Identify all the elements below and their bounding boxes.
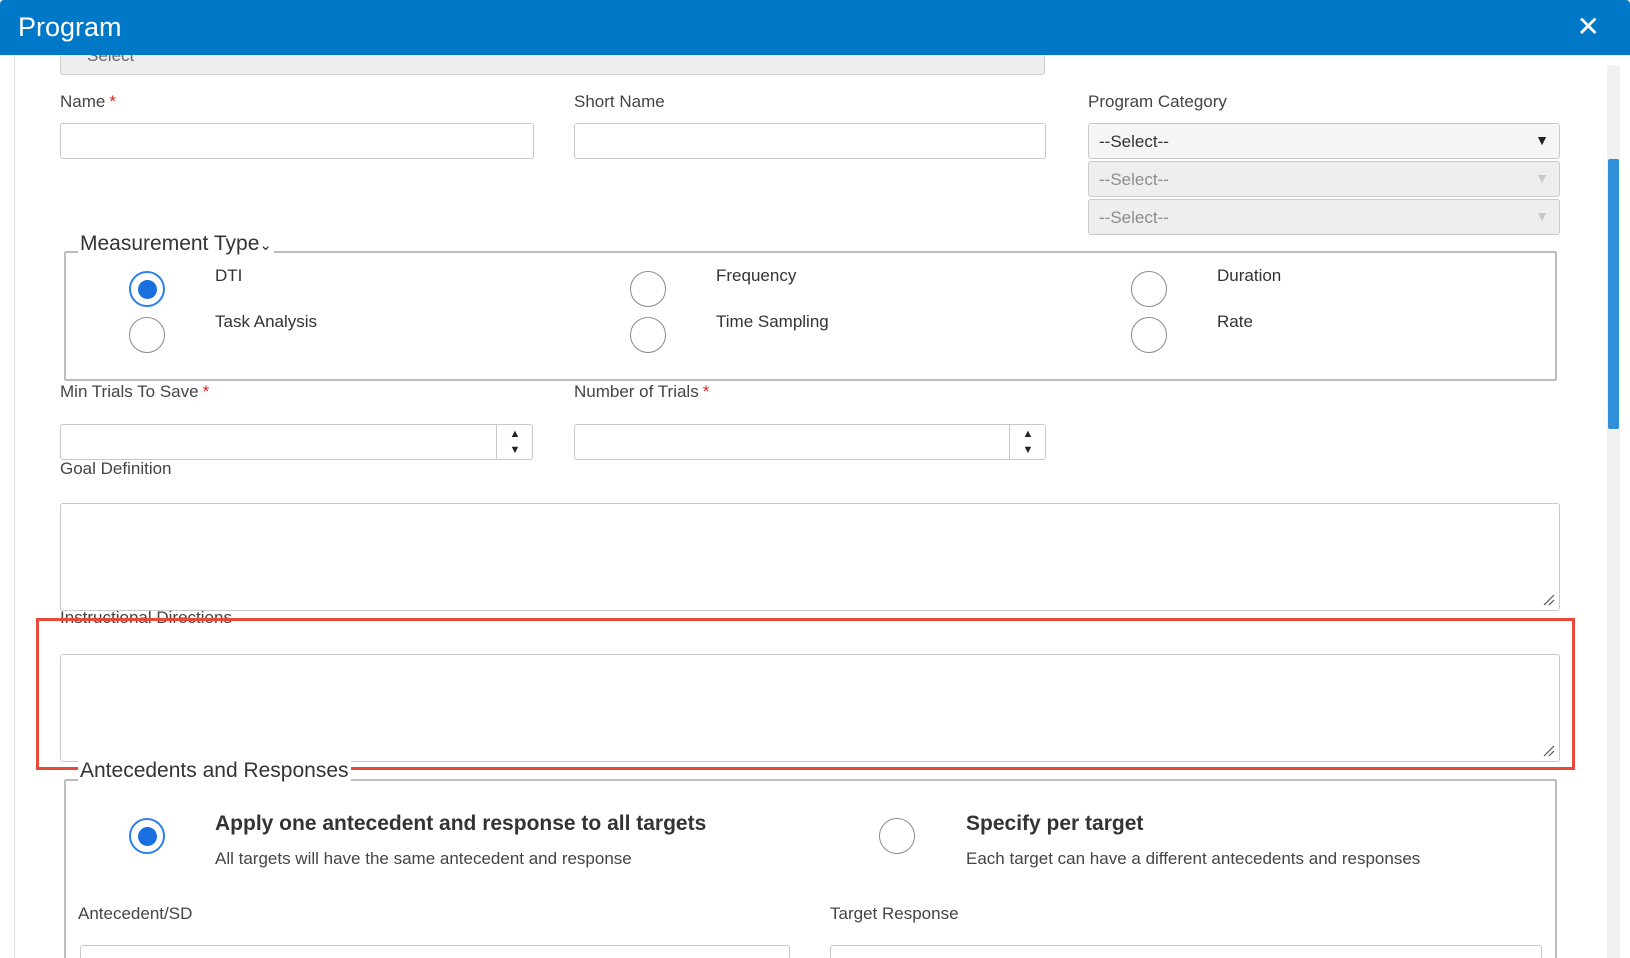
radio-time-sampling-label: Time Sampling	[716, 312, 829, 331]
close-icon[interactable]: ✕	[1577, 12, 1600, 42]
arrow-down-icon[interactable]: ▼	[497, 442, 533, 459]
apply-all-targets-subtitle: All targets will have the same anteceden…	[215, 849, 632, 868]
number-of-trials-input[interactable]	[574, 424, 1010, 460]
short-name-input[interactable]	[574, 123, 1046, 159]
required-marker: *	[109, 92, 116, 111]
target-response-input[interactable]	[830, 945, 1542, 958]
radio-duration-label: Duration	[1217, 266, 1282, 285]
radio-dti-label: DTI	[215, 266, 243, 285]
specify-per-target-subtitle: Each target can have a different anteced…	[966, 849, 1421, 868]
number-of-trials-stepper[interactable]: ▲ ▼	[1010, 424, 1046, 460]
dialog-title: Program	[18, 12, 122, 42]
radio-rate-label: Rate	[1217, 312, 1253, 331]
dialog-titlebar: Program ✕	[0, 0, 1630, 55]
top-select-value: Select	[87, 55, 135, 65]
radio-apply-all-targets[interactable]	[129, 818, 165, 854]
arrow-up-icon[interactable]: ▲	[1010, 426, 1046, 443]
program-subcategory2-select[interactable]: --Select-- ▼	[1088, 199, 1560, 235]
radio-duration[interactable]	[1131, 271, 1167, 307]
min-trials-stepper[interactable]: ▲ ▼	[497, 424, 533, 460]
caret-down-icon: ▼	[1535, 208, 1549, 224]
program-category-label: Program Category	[1088, 92, 1227, 111]
program-subcategory-select[interactable]: --Select-- ▼	[1088, 161, 1560, 197]
chevron-down-icon: ⌄	[259, 237, 272, 254]
dialog-content: Select Name * Short Name Program Category…	[0, 55, 1630, 958]
min-trials-label: Min Trials To Save *	[60, 382, 210, 401]
goal-definition-label: Goal Definition	[60, 459, 172, 478]
antecedent-sd-input[interactable]	[80, 945, 790, 958]
radio-specify-per-target[interactable]	[879, 818, 915, 854]
required-marker: *	[202, 382, 210, 401]
program-subcategory-select-value: --Select--	[1099, 170, 1169, 189]
radio-time-sampling[interactable]	[630, 317, 666, 353]
radio-selected-dot	[138, 827, 157, 846]
apply-all-targets-title: Apply one antecedent and response to all…	[215, 812, 707, 835]
radio-frequency-label: Frequency	[716, 266, 797, 285]
left-divider	[14, 55, 15, 958]
arrow-up-icon[interactable]: ▲	[497, 426, 533, 443]
radio-task-analysis-label: Task Analysis	[215, 312, 318, 331]
radio-rate[interactable]	[1131, 317, 1167, 353]
min-trials-input[interactable]	[60, 424, 497, 460]
measurement-type-legend[interactable]: Measurement Type⌄	[78, 232, 274, 258]
name-label: Name *	[60, 92, 116, 111]
scrollbar-thumb[interactable]	[1608, 159, 1619, 429]
top-select-partial[interactable]: Select	[60, 55, 1045, 75]
resize-grip-icon[interactable]	[1543, 594, 1555, 606]
radio-task-analysis[interactable]	[129, 317, 165, 353]
goal-definition-textarea[interactable]	[60, 503, 1560, 611]
program-category-select-value: --Select--	[1099, 132, 1169, 151]
radio-frequency[interactable]	[630, 271, 666, 307]
target-response-label: Target Response	[830, 904, 959, 923]
number-of-trials-label: Number of Trials *	[574, 382, 710, 401]
radio-selected-dot	[138, 280, 157, 299]
antecedents-legend: Antecedents and Responses	[78, 759, 351, 783]
required-marker: *	[702, 382, 710, 401]
caret-down-icon: ▼	[1535, 170, 1549, 186]
specify-per-target-title: Specify per target	[966, 812, 1144, 835]
name-input[interactable]	[60, 123, 534, 159]
short-name-label: Short Name	[574, 92, 665, 111]
program-subcategory2-select-value: --Select--	[1099, 208, 1169, 227]
radio-dti[interactable]	[129, 271, 165, 307]
caret-down-icon: ▼	[1535, 132, 1549, 148]
program-category-select[interactable]: --Select-- ▼	[1088, 123, 1560, 159]
arrow-down-icon[interactable]: ▼	[1010, 442, 1046, 459]
antecedent-sd-label: Antecedent/SD	[78, 904, 193, 923]
highlight-box	[36, 618, 1575, 770]
